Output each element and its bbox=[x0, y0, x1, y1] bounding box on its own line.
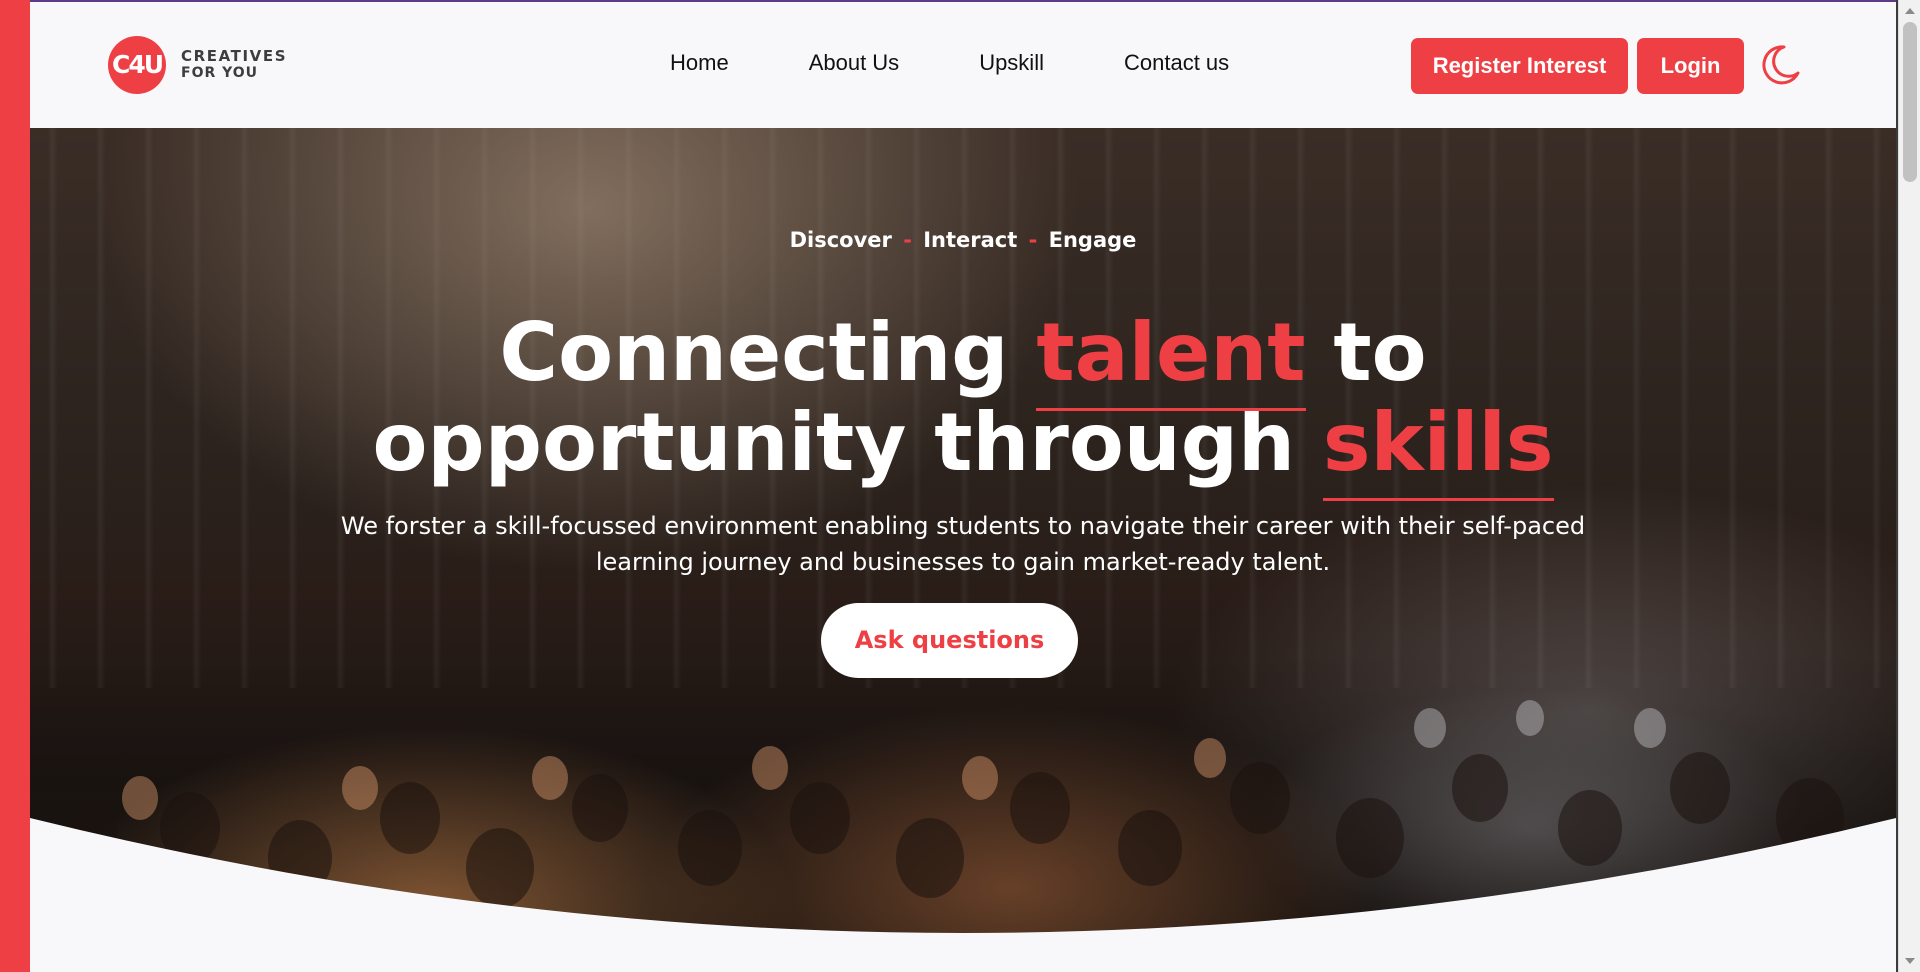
hero-bottom-curve bbox=[30, 818, 1896, 972]
page: C4U CREATIVES FOR YOU Home About Us Upsk… bbox=[0, 0, 1920, 972]
left-accent-bar bbox=[0, 0, 30, 972]
tagline-interact: Interact bbox=[923, 228, 1018, 252]
logo-line-1: CREATIVES bbox=[181, 47, 288, 65]
tagline-discover: Discover bbox=[789, 228, 892, 252]
headline-accent-skills: skills bbox=[1322, 396, 1554, 489]
logo-mark-text: C4U bbox=[111, 50, 164, 79]
ask-questions-button[interactable]: Ask questions bbox=[821, 603, 1078, 678]
nav-upskill[interactable]: Upskill bbox=[979, 50, 1044, 76]
nav-contact-us[interactable]: Contact us bbox=[1124, 50, 1229, 76]
hero-section: Discover - Interact - Engage Connecting … bbox=[30, 128, 1896, 972]
logo-wordmark: CREATIVES FOR YOU bbox=[181, 48, 287, 82]
logo[interactable]: C4U CREATIVES FOR YOU bbox=[108, 36, 287, 94]
hero-headline: Connecting talent to opportunity through… bbox=[30, 308, 1896, 488]
logo-mark: C4U bbox=[108, 36, 166, 94]
headline-text-2: to bbox=[1305, 306, 1427, 399]
vertical-scrollbar[interactable] bbox=[1898, 0, 1920, 972]
logo-line-2: FOR YOU bbox=[181, 65, 259, 81]
headline-text-1: Connecting bbox=[499, 306, 1037, 399]
moon-icon[interactable] bbox=[1758, 43, 1802, 87]
tagline-engage: Engage bbox=[1048, 228, 1137, 252]
tagline-separator: - bbox=[1028, 228, 1038, 252]
main-nav: Home About Us Upskill Contact us bbox=[670, 50, 1229, 76]
headline-accent-talent: talent bbox=[1036, 306, 1306, 399]
hero-subtext: We forster a skill-focussed environment … bbox=[340, 512, 1586, 576]
nav-home[interactable]: Home bbox=[670, 50, 729, 76]
nav-about-us[interactable]: About Us bbox=[809, 50, 900, 76]
scrollbar-thumb[interactable] bbox=[1903, 22, 1917, 182]
login-button[interactable]: Login bbox=[1637, 38, 1744, 94]
tagline-separator: - bbox=[903, 228, 912, 252]
site-header: C4U CREATIVES FOR YOU Home About Us Upsk… bbox=[30, 2, 1896, 128]
hero-tagline: Discover - Interact - Engage bbox=[30, 228, 1896, 252]
scroll-down-arrow-icon[interactable] bbox=[1905, 958, 1915, 964]
scroll-up-arrow-icon[interactable] bbox=[1905, 8, 1915, 14]
register-interest-button[interactable]: Register Interest bbox=[1411, 38, 1628, 94]
